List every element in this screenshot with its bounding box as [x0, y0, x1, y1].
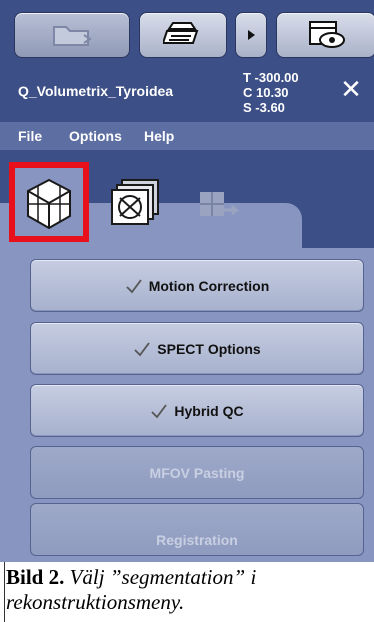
stacked-slices-icon[interactable]: [108, 178, 164, 230]
menu-help[interactable]: Help: [144, 128, 174, 144]
menubar: File Options Help: [0, 122, 374, 150]
coord-c: C 10.30: [243, 85, 289, 100]
arrow-right-icon: [248, 30, 255, 40]
spect-options-button[interactable]: SPECT Options: [30, 322, 364, 375]
checkmark-icon: [134, 341, 150, 356]
button-label: SPECT Options: [157, 340, 261, 357]
menu-options[interactable]: Options: [69, 128, 122, 144]
title-area: Q_Volumetrix_Tyroidea T -300.00 C 10.30 …: [0, 66, 374, 120]
caption-label: Bild 2.: [6, 565, 65, 589]
app-window: Q_Volumetrix_Tyroidea T -300.00 C 10.30 …: [0, 0, 374, 562]
coord-s: S -3.60: [243, 100, 285, 115]
print-button[interactable]: [139, 12, 227, 58]
button-label: Registration: [156, 531, 238, 548]
screen-view-button[interactable]: [276, 12, 374, 58]
folder-icon: [53, 26, 92, 46]
caption-rule: [4, 562, 5, 622]
mfov-pasting-button[interactable]: MFOV Pasting: [30, 446, 364, 499]
coordinates-readout: T -300.00 C 10.30 S -3.60: [243, 70, 299, 115]
figure-caption: Bild 2. Välj ”segmentation” i rekonstruk…: [6, 565, 368, 615]
printer-icon: [163, 22, 199, 44]
grid-export-icon[interactable]: [196, 188, 242, 228]
button-label: Motion Correction: [148, 277, 270, 294]
screen-view-icon: [309, 21, 345, 48]
expand-arrow-button[interactable]: [235, 12, 267, 58]
open-folder-button[interactable]: [14, 12, 130, 58]
volume-cube-icon: [27, 178, 71, 230]
menu-file[interactable]: File: [18, 128, 42, 144]
checkmark-icon: [151, 403, 168, 418]
protocol-title: Q_Volumetrix_Tyroidea: [18, 83, 174, 99]
registration-button[interactable]: Registration: [30, 503, 364, 556]
hybrid-qc-button[interactable]: Hybrid QC: [30, 384, 364, 437]
close-button[interactable]: ✕: [338, 77, 364, 103]
button-label: Hybrid QC: [174, 402, 244, 419]
checkmark-icon: [126, 278, 142, 293]
motion-correction-button[interactable]: Motion Correction: [30, 259, 364, 312]
button-label: MFOV Pasting: [149, 464, 245, 481]
coord-t: T -300.00: [243, 70, 299, 85]
